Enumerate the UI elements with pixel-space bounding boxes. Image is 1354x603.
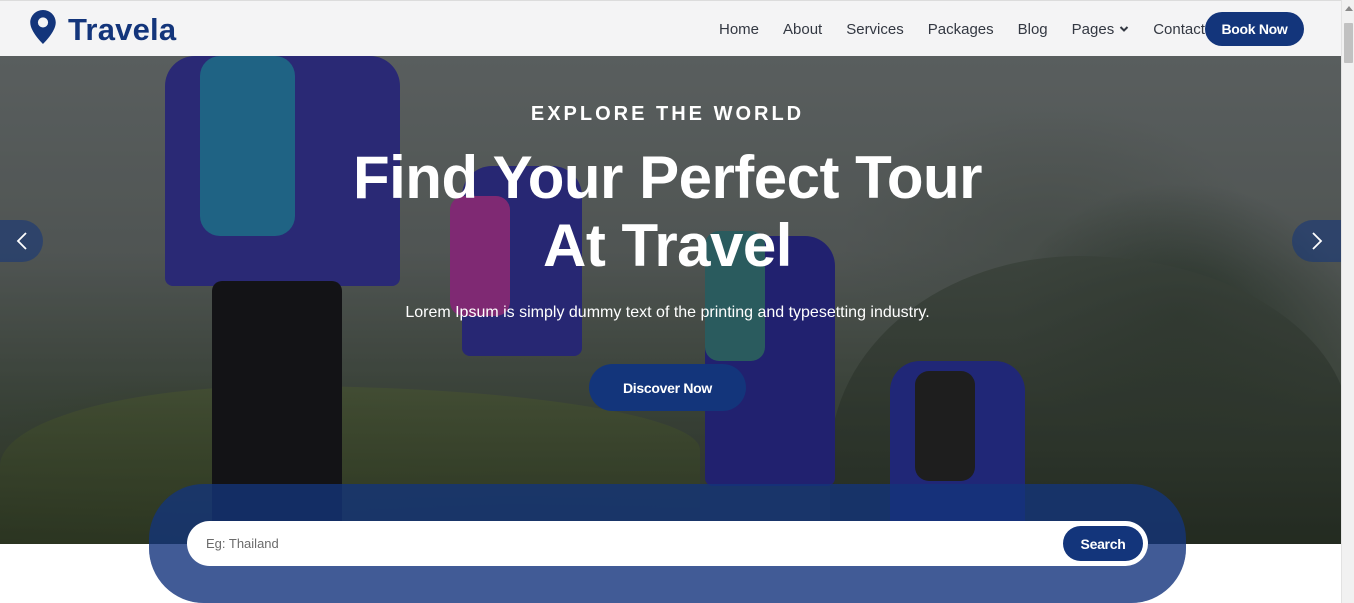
navbar: Travela Home About Services Packages Blo… xyxy=(0,0,1341,56)
nav-item-pages[interactable]: Pages xyxy=(1072,21,1130,38)
carousel-next-button[interactable] xyxy=(1292,220,1341,262)
search-button[interactable]: Search xyxy=(1063,526,1143,561)
search-box: Search xyxy=(187,521,1148,566)
brand-name: Travela xyxy=(68,11,177,47)
brand-logo[interactable]: Travela xyxy=(30,10,176,49)
nav-item-about[interactable]: About xyxy=(783,21,822,38)
nav-item-contact[interactable]: Contact xyxy=(1153,21,1205,38)
nav-item-pages-label: Pages xyxy=(1071,20,1115,38)
scrollbar-thumb[interactable] xyxy=(1344,23,1353,63)
nav-item-packages[interactable]: Packages xyxy=(928,21,994,38)
chevron-right-icon xyxy=(1311,232,1322,250)
search-panel: Search xyxy=(149,484,1186,603)
page: Travela Home About Services Packages Blo… xyxy=(0,0,1354,603)
scroll-up-arrow-icon[interactable] xyxy=(1345,6,1353,11)
page-scrollbar[interactable] xyxy=(1341,0,1354,603)
hero-subtext: Lorem Ipsum is simply dummy text of the … xyxy=(405,304,930,321)
hero-headline: Find Your Perfect Tour At Travel xyxy=(352,144,983,279)
chevron-down-icon xyxy=(1119,26,1129,32)
chevron-left-icon xyxy=(16,232,27,250)
hero-eyebrow: EXPLORE THE WORLD xyxy=(530,103,805,125)
search-input[interactable] xyxy=(206,521,1056,566)
main-nav: Home About Services Packages Blog Pages … xyxy=(719,1,1229,57)
carousel-prev-button[interactable] xyxy=(0,220,43,262)
map-pin-icon xyxy=(30,10,56,49)
book-now-button[interactable]: Book Now xyxy=(1205,12,1304,46)
nav-item-home[interactable]: Home xyxy=(719,21,759,38)
hero-content: EXPLORE THE WORLD Find Your Perfect Tour… xyxy=(0,56,1341,544)
nav-item-services[interactable]: Services xyxy=(846,21,904,38)
hero-carousel: EXPLORE THE WORLD Find Your Perfect Tour… xyxy=(0,56,1341,544)
nav-item-blog[interactable]: Blog xyxy=(1018,21,1048,38)
discover-now-button[interactable]: Discover Now xyxy=(589,364,746,411)
